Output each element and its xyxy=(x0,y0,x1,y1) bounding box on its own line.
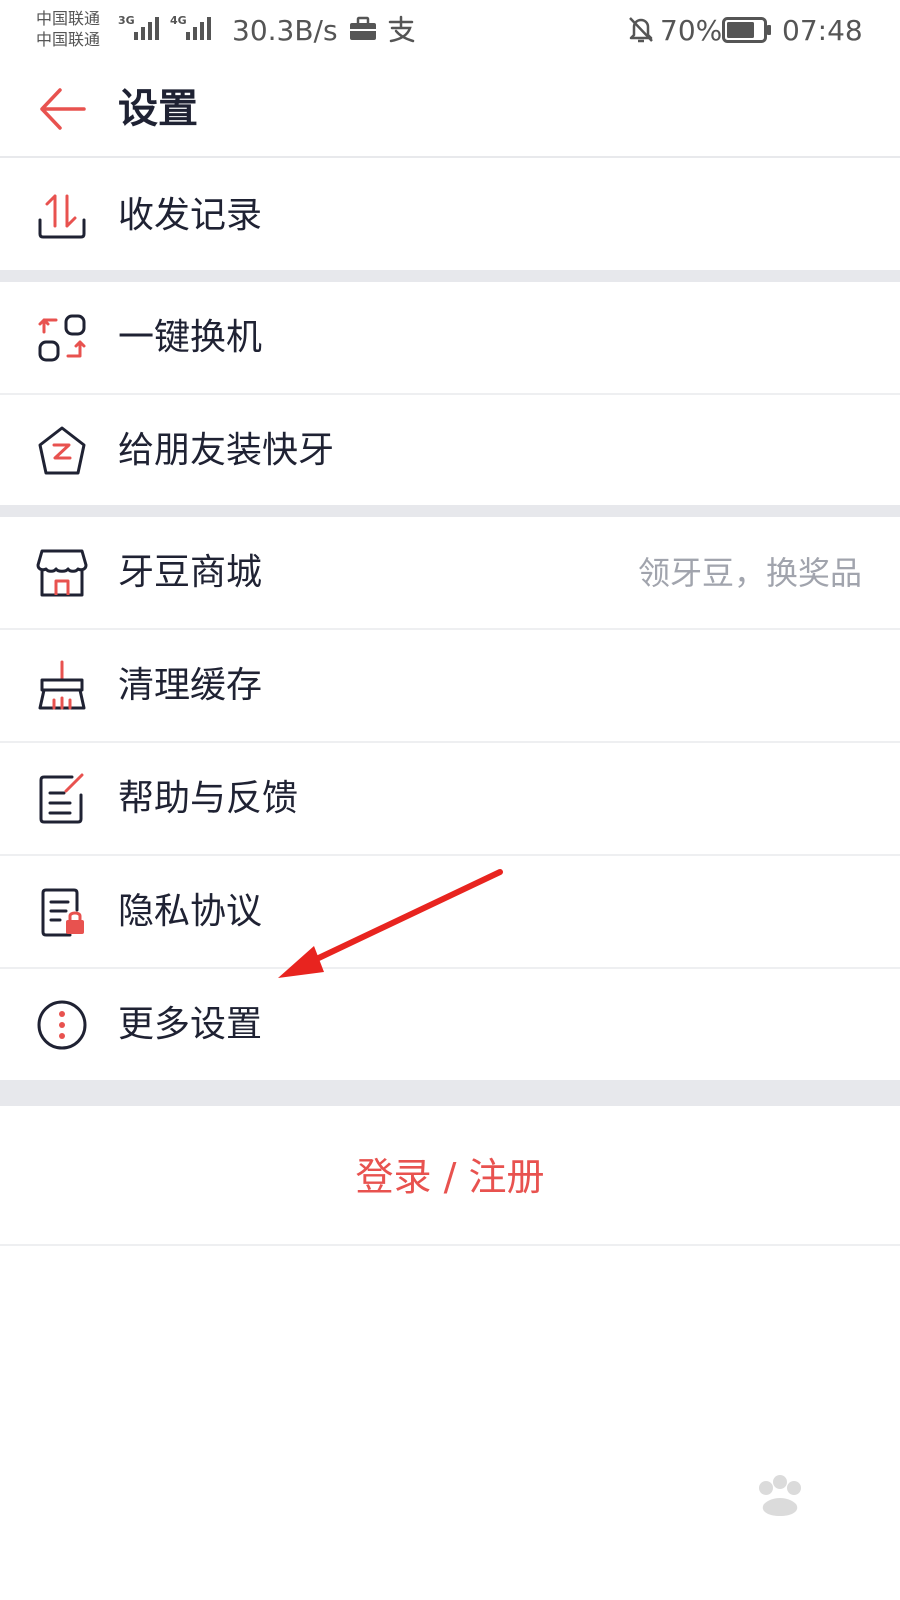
menu-item-label: 牙豆商城 xyxy=(118,552,263,593)
more-icon xyxy=(37,1000,87,1050)
status-bar: 中国联通 中国联通 3G 4G 30.3B/s 70% 07:48 xyxy=(0,0,900,62)
feedback-icon xyxy=(39,773,84,824)
login-register-button[interactable]: 登录 / 注册 xyxy=(356,1152,545,1202)
section-separator xyxy=(0,270,900,282)
menu-item-label: 帮助与反馈 xyxy=(118,778,299,819)
network-type-2: 4G xyxy=(170,14,187,27)
carrier-labels: 中国联通 中国联通 xyxy=(36,8,100,50)
share-app-icon xyxy=(38,426,86,475)
briefcase-icon xyxy=(350,16,376,40)
store-icon xyxy=(36,549,88,597)
menu-item-label: 给朋友装快牙 xyxy=(118,430,335,471)
section-separator xyxy=(0,505,900,517)
menu-item-help-feedback[interactable]: 帮助与反馈 xyxy=(0,743,900,855)
page-title: 设置 xyxy=(118,86,198,132)
phone-switch-icon xyxy=(38,314,86,362)
network-speed: 30.3B/s xyxy=(232,14,338,47)
menu-item-label: 隐私协议 xyxy=(118,891,263,932)
broom-icon xyxy=(38,660,86,710)
menu-item-share-app[interactable]: 给朋友装快牙 xyxy=(0,395,900,507)
watermark-logo xyxy=(759,1475,801,1516)
menu-item-label: 一键换机 xyxy=(118,317,263,358)
signal-icon-2 xyxy=(186,14,211,40)
battery-percent: 70% xyxy=(660,14,723,47)
carrier-2: 中国联通 xyxy=(36,30,101,49)
carrier-1: 中国联通 xyxy=(36,9,101,28)
back-arrow-icon[interactable] xyxy=(34,84,90,134)
header: 设置 xyxy=(0,62,900,158)
privacy-icon xyxy=(41,888,84,937)
menu-item-phone-switch[interactable]: 一键换机 xyxy=(0,282,900,394)
mute-bell-icon xyxy=(629,17,653,43)
alipay-icon xyxy=(388,15,415,43)
login-register-row[interactable]: 登录 / 注册 xyxy=(0,1106,900,1246)
menu-item-label: 清理缓存 xyxy=(118,665,263,706)
battery-icon xyxy=(722,17,771,43)
transfer-record-icon xyxy=(38,194,86,239)
menu-item-clear-cache[interactable]: 清理缓存 xyxy=(0,630,900,742)
section-separator xyxy=(0,1080,900,1106)
menu-item-label: 更多设置 xyxy=(118,1004,263,1045)
annotation-arrow xyxy=(278,869,503,978)
clock: 07:48 xyxy=(782,14,863,47)
menu-item-label: 收发记录 xyxy=(118,195,263,236)
network-type-1: 3G xyxy=(118,14,135,27)
signal-icon xyxy=(134,14,159,40)
menu-item-store[interactable]: 牙豆商城 领牙豆，换奖品 xyxy=(0,517,900,629)
store-hint: 领牙豆，换奖品 xyxy=(637,554,862,592)
menu-item-transfer-record[interactable]: 收发记录 xyxy=(0,160,900,272)
